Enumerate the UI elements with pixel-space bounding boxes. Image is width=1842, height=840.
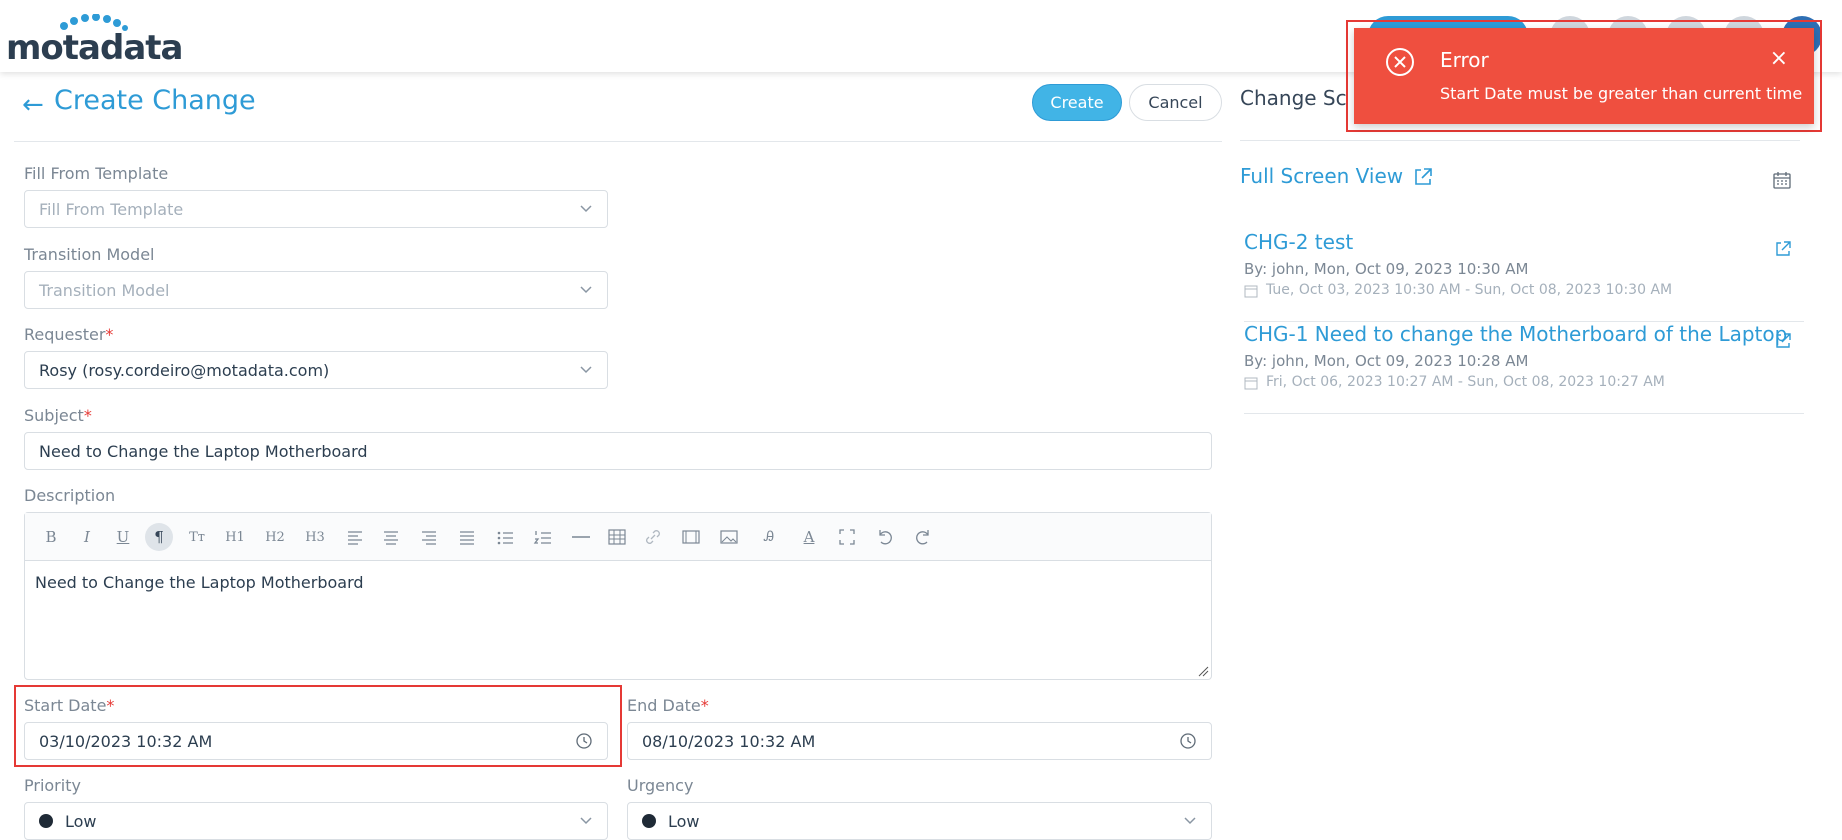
fullscreen-icon[interactable] xyxy=(833,523,861,551)
transition-model-select[interactable]: Transition Model xyxy=(24,271,608,309)
heading2-icon[interactable]: H2 xyxy=(261,523,289,551)
urgency-label: Urgency xyxy=(627,776,694,795)
chevron-down-icon xyxy=(1184,817,1196,825)
numbered-list-icon[interactable] xyxy=(529,523,557,551)
align-justify-icon[interactable] xyxy=(453,523,481,551)
priority-select[interactable]: Low xyxy=(24,802,608,840)
external-link-icon[interactable] xyxy=(1774,332,1792,350)
editor-toolbar: B I U ¶ Tт H1 H2 H3 Ꭿ A xyxy=(25,513,1211,561)
create-change-form: ← Create Change Create Cancel Fill From … xyxy=(14,72,1222,840)
cancel-button[interactable]: Cancel xyxy=(1129,84,1222,121)
start-date-value: 03/10/2023 10:32 AM xyxy=(39,731,213,751)
calendar-icon xyxy=(1244,285,1258,298)
subject-input[interactable]: Need to Change the Laptop Motherboard xyxy=(24,432,1212,470)
back-arrow-icon[interactable]: ← xyxy=(22,90,44,120)
priority-label: Priority xyxy=(24,776,81,795)
schedule-item-by: By: john, Mon, Oct 09, 2023 10:28 AM xyxy=(1244,352,1529,370)
page-title: Create Change xyxy=(54,85,256,116)
full-screen-view-link[interactable]: Full Screen View xyxy=(1240,164,1403,188)
external-link-icon[interactable] xyxy=(1412,166,1434,188)
end-date-label: End Date* xyxy=(627,696,709,715)
chevron-down-icon xyxy=(580,817,592,825)
end-date-value: 08/10/2023 10:32 AM xyxy=(642,731,816,751)
horizontal-rule-icon[interactable] xyxy=(567,523,595,551)
end-date-input[interactable]: 08/10/2023 10:32 AM xyxy=(627,722,1212,760)
description-text: Need to Change the Laptop Motherboard xyxy=(35,573,364,592)
bold-icon[interactable]: B xyxy=(37,523,65,551)
paragraph-icon[interactable]: ¶ xyxy=(145,523,173,551)
description-editor[interactable]: B I U ¶ Tт H1 H2 H3 Ꭿ A Need to Change t… xyxy=(24,512,1212,680)
bullet-list-icon[interactable] xyxy=(491,523,519,551)
schedule-divider xyxy=(1240,140,1800,141)
heading1-icon[interactable]: H1 xyxy=(221,523,249,551)
chevron-down-icon xyxy=(580,286,592,294)
schedule-item[interactable]: CHG-2 test By: john, Mon, Oct 09, 2023 1… xyxy=(1244,230,1804,322)
subject-label: Subject* xyxy=(24,406,92,425)
close-icon[interactable]: × xyxy=(1770,46,1788,71)
transition-model-placeholder: Transition Model xyxy=(39,280,170,300)
template-label: Fill From Template xyxy=(24,164,169,183)
urgency-value: Low xyxy=(668,811,700,831)
change-schedule-panel: Change Sc Full Screen View CHG-2 test By… xyxy=(1240,72,1804,835)
align-left-icon[interactable] xyxy=(341,523,369,551)
motadata-logo[interactable]: motadata xyxy=(6,14,183,68)
priority-dot-icon xyxy=(39,814,53,828)
start-date-label: Start Date* xyxy=(24,696,115,715)
table-icon[interactable] xyxy=(603,523,631,551)
clear-format-icon[interactable]: Ꭿ xyxy=(755,523,783,551)
template-select[interactable]: Fill From Template xyxy=(24,190,608,228)
requester-select[interactable]: Rosy (rosy.cordeiro@motadata.com) xyxy=(24,351,608,389)
link-icon[interactable] xyxy=(639,523,667,551)
schedule-item-range: Tue, Oct 03, 2023 10:30 AM - Sun, Oct 08… xyxy=(1266,282,1673,298)
calendar-icon[interactable] xyxy=(1772,170,1792,190)
schedule-item[interactable]: CHG-1 Need to change the Motherboard of … xyxy=(1244,322,1804,414)
urgency-select[interactable]: Low xyxy=(627,802,1212,840)
external-link-icon[interactable] xyxy=(1774,240,1792,258)
requester-value: Rosy (rosy.cordeiro@motadata.com) xyxy=(39,360,330,380)
redo-icon[interactable] xyxy=(909,523,937,551)
clock-icon xyxy=(1180,733,1196,749)
create-button[interactable]: Create xyxy=(1032,84,1122,121)
urgency-dot-icon xyxy=(642,814,656,828)
page-content: ← Create Change Create Cancel Fill From … xyxy=(0,72,1842,840)
form-header: ← Create Change Create Cancel xyxy=(14,72,1222,142)
requester-label: Requester* xyxy=(24,325,114,344)
align-center-icon[interactable] xyxy=(377,523,405,551)
align-right-icon[interactable] xyxy=(415,523,443,551)
transition-model-label: Transition Model xyxy=(24,245,155,264)
description-label: Description xyxy=(24,486,116,505)
error-toast: Error Start Date must be greater than cu… xyxy=(1354,28,1814,124)
resize-handle-icon[interactable] xyxy=(1197,665,1209,677)
schedule-title: Change Sc xyxy=(1240,86,1347,110)
heading3-icon[interactable]: H3 xyxy=(301,523,329,551)
font-size-icon[interactable]: Tт xyxy=(183,523,211,551)
font-color-icon[interactable]: A xyxy=(795,523,823,551)
schedule-item-title[interactable]: CHG-2 test xyxy=(1244,230,1353,254)
clock-icon xyxy=(576,733,592,749)
start-date-input[interactable]: 03/10/2023 10:32 AM xyxy=(24,722,608,760)
error-circle-icon xyxy=(1386,48,1414,76)
toast-message: Start Date must be greater than current … xyxy=(1440,84,1803,103)
toast-title: Error xyxy=(1440,48,1489,72)
template-placeholder: Fill From Template xyxy=(39,199,184,219)
logo-text: motadata xyxy=(6,28,183,68)
priority-value: Low xyxy=(65,811,97,831)
schedule-item-range: Fri, Oct 06, 2023 10:27 AM - Sun, Oct 08… xyxy=(1266,374,1665,390)
underline-icon[interactable]: U xyxy=(109,523,137,551)
subject-value: Need to Change the Laptop Motherboard xyxy=(39,441,368,461)
schedule-item-by: By: john, Mon, Oct 09, 2023 10:30 AM xyxy=(1244,260,1529,278)
video-icon[interactable] xyxy=(677,523,705,551)
undo-icon[interactable] xyxy=(871,523,899,551)
italic-icon[interactable]: I xyxy=(73,523,101,551)
image-icon[interactable] xyxy=(715,523,743,551)
schedule-item-title[interactable]: CHG-1 Need to change the Motherboard of … xyxy=(1244,322,1787,346)
chevron-down-icon xyxy=(580,366,592,374)
calendar-icon xyxy=(1244,377,1258,390)
chevron-down-icon xyxy=(580,205,592,213)
